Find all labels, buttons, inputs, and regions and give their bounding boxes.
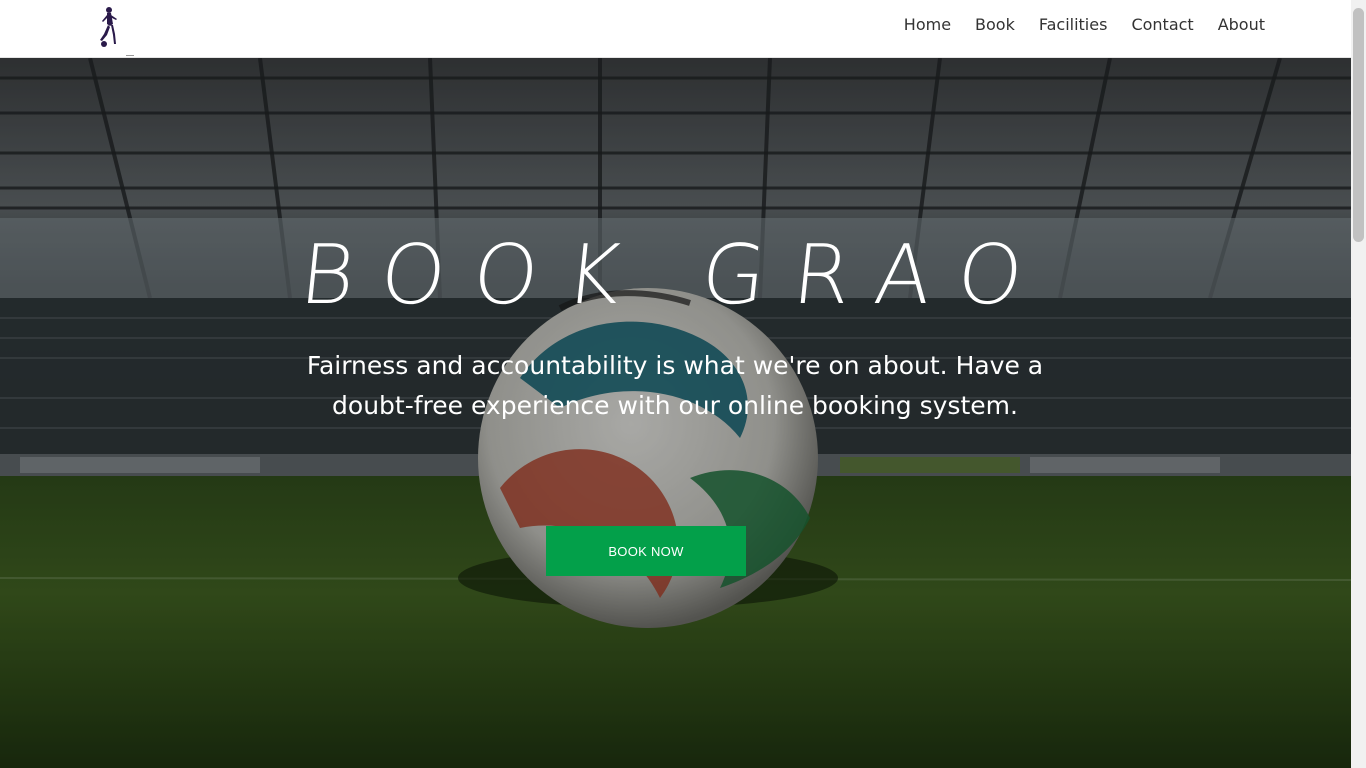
- book-now-button[interactable]: BOOK NOW: [546, 526, 746, 576]
- nav-about-link[interactable]: About: [1218, 14, 1265, 36]
- hero-subtitle: Fairness and accountability is what we'r…: [306, 351, 1044, 420]
- top-navbar: Home Book Facilities Contact About: [0, 0, 1351, 58]
- hero-section: BOOK GRAO Fairness and accountability is…: [0, 58, 1351, 768]
- scrollbar-thumb[interactable]: [1353, 8, 1364, 242]
- nav-contact-link[interactable]: Contact: [1131, 14, 1193, 36]
- nav-book-link[interactable]: Book: [975, 14, 1015, 36]
- nav-facilities-link[interactable]: Facilities: [1039, 14, 1108, 36]
- nav-home-link[interactable]: Home: [904, 14, 951, 36]
- main-nav: Home Book Facilities Contact About: [904, 14, 1265, 36]
- logo-soccer-player-icon[interactable]: [92, 4, 136, 57]
- page-scrollbar[interactable]: [1351, 0, 1366, 768]
- hero-title: BOOK GRAO: [295, 228, 1056, 323]
